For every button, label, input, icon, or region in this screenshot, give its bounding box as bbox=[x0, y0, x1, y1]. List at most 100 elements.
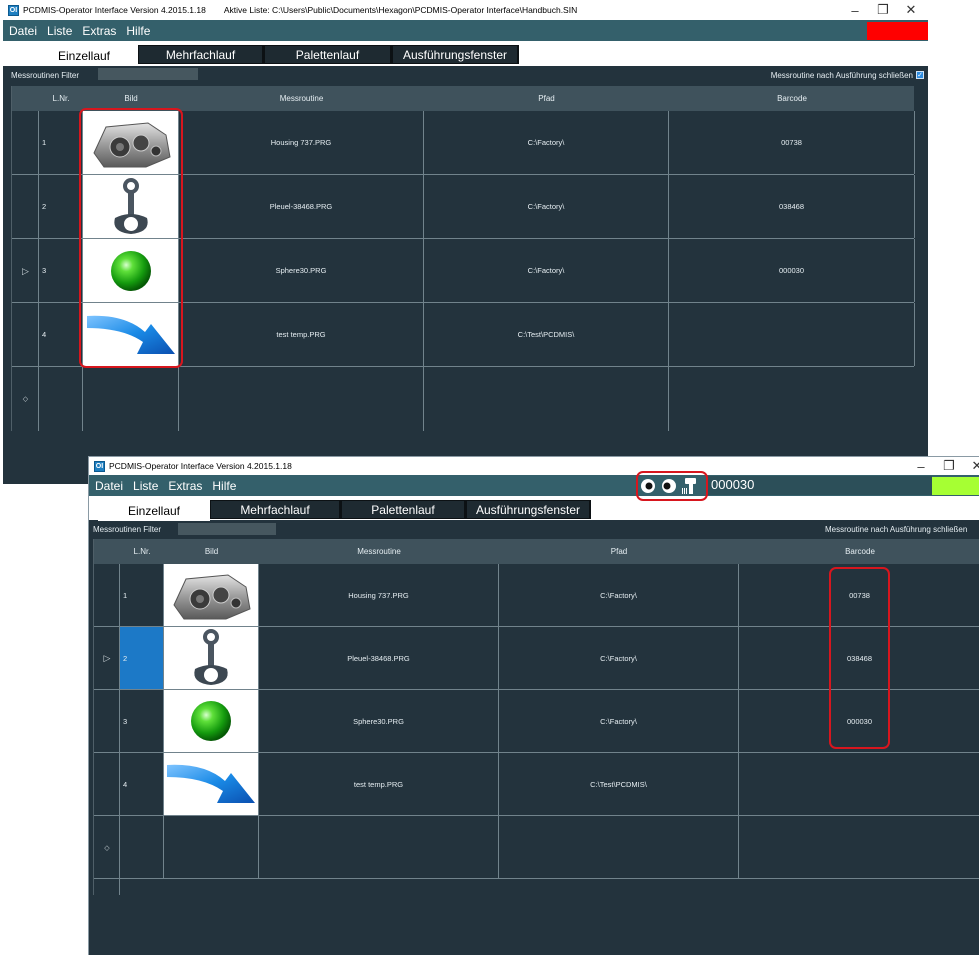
eye-look-icon[interactable] bbox=[660, 478, 678, 494]
row-lnr: 4 bbox=[120, 753, 164, 815]
row-path: C:\Test\PCDMIS\ bbox=[499, 753, 739, 815]
table-row[interactable]: 4 test temp.PRG C:\Test\PCDMIS\ bbox=[12, 303, 915, 367]
restore-icon[interactable]: ❐ bbox=[935, 458, 963, 474]
filter-input[interactable] bbox=[178, 523, 276, 535]
menu-extras[interactable]: Extras bbox=[76, 24, 120, 38]
row-lnr bbox=[39, 367, 83, 431]
close-after-label: Messroutine nach Ausführung schließen bbox=[770, 70, 913, 80]
menu-extras[interactable]: Extras bbox=[162, 479, 206, 493]
filter-label: Messroutinen Filter bbox=[93, 524, 162, 534]
row-barcode bbox=[739, 753, 979, 815]
new-row-icon: ◇ bbox=[22, 396, 29, 403]
row-routine: Housing 737.PRG bbox=[179, 111, 424, 174]
row-routine: test temp.PRG bbox=[259, 753, 499, 815]
row-routine: Housing 737.PRG bbox=[259, 564, 499, 626]
row-path: C:\Factory\ bbox=[424, 111, 669, 174]
row-routine: Sphere30.PRG bbox=[179, 239, 424, 302]
row-path bbox=[499, 816, 739, 878]
housing-image bbox=[164, 564, 259, 626]
row-barcode: 00738 bbox=[669, 111, 915, 174]
row-lnr: 2 bbox=[39, 175, 83, 238]
housing-image bbox=[83, 111, 179, 174]
row-path: C:\Test\PCDMIS\ bbox=[424, 303, 669, 366]
current-row-arrow-icon: ▷ bbox=[22, 265, 29, 276]
menu-bar: Datei Liste Extras Hilfe 000030 bbox=[89, 475, 979, 496]
row-routine: Pleuel-38468.PRG bbox=[179, 175, 424, 238]
tab-einzellauf[interactable]: Einzellauf bbox=[30, 45, 138, 66]
tab-strip: Einzellauf Mehrfachlauf Palettenlauf Aus… bbox=[3, 41, 928, 66]
routine-table: L.Nr. Bild Messroutine Pfad Barcode 1 Ho… bbox=[11, 86, 915, 431]
tab-palettenlauf[interactable]: Palettenlauf bbox=[264, 45, 392, 64]
row-image bbox=[164, 816, 259, 878]
col-header-lnr: L.Nr. bbox=[133, 547, 151, 556]
col-header-lnr: L.Nr. bbox=[52, 94, 70, 103]
menu-datei[interactable]: Datei bbox=[89, 479, 127, 493]
barcode-scanner-icon[interactable] bbox=[681, 477, 699, 495]
minimize-icon[interactable]: – bbox=[907, 459, 935, 474]
toolbar-icons bbox=[639, 477, 699, 495]
barcode-search-input[interactable]: 000030 bbox=[706, 476, 932, 495]
col-header-messroutine: Messroutine bbox=[357, 547, 401, 556]
title-bar: OI PCDMIS-Operator Interface Version 4.2… bbox=[89, 457, 979, 475]
status-indicator-red bbox=[867, 22, 928, 40]
row-path bbox=[424, 367, 669, 431]
new-row[interactable] bbox=[12, 367, 914, 431]
menu-hilfe[interactable]: Hilfe bbox=[206, 479, 240, 493]
table-row[interactable]: 3 Sphere30.PRG C:\Factory\ 000030 bbox=[94, 690, 979, 753]
row-lnr: 3 bbox=[120, 690, 164, 752]
restore-icon[interactable]: ❐ bbox=[869, 2, 897, 18]
title-bar: OI PCDMIS-Operator Interface Version 4.2… bbox=[3, 0, 928, 20]
menu-liste[interactable]: Liste bbox=[41, 24, 76, 38]
row-path: C:\Factory\ bbox=[424, 239, 669, 302]
tab-mehrfachlauf[interactable]: Mehrfachlauf bbox=[138, 45, 264, 64]
new-row[interactable] bbox=[94, 816, 979, 879]
close-icon[interactable]: ✕ bbox=[963, 458, 979, 474]
barcode-search-value: 000030 bbox=[711, 477, 755, 492]
close-after-label[interactable]: Messroutine nach Ausführung schließen bbox=[825, 525, 967, 534]
tab-einzellauf[interactable]: Einzellauf bbox=[98, 500, 210, 521]
row-path: C:\Factory\ bbox=[499, 690, 739, 752]
row-path: C:\Factory\ bbox=[499, 564, 739, 626]
table-row-selected[interactable]: 2 Pleuel-38468.PRG C:\Factory\ 038468 bbox=[94, 627, 979, 690]
table-row[interactable]: 2 Pleuel-38468.PRG C:\Factory\ 038468 bbox=[12, 175, 915, 239]
row-routine bbox=[259, 816, 499, 878]
minimize-icon[interactable]: – bbox=[841, 3, 869, 18]
filter-input[interactable] bbox=[98, 68, 198, 80]
close-icon[interactable]: ✕ bbox=[897, 2, 925, 18]
table-row[interactable]: 3 Sphere30.PRG C:\Factory\ 000030 bbox=[12, 239, 915, 303]
conrod-image bbox=[83, 175, 179, 238]
table-row[interactable]: 1 Housing 737.PRG C:\Factory\ 00738 bbox=[12, 111, 915, 175]
current-row-arrow-icon: ▷ bbox=[103, 653, 111, 663]
row-barcode bbox=[739, 816, 979, 878]
col-header-barcode: Barcode bbox=[845, 547, 875, 556]
eye-open-icon[interactable] bbox=[639, 478, 657, 494]
app-icon: OI bbox=[8, 4, 19, 16]
row-barcode: 000030 bbox=[739, 690, 979, 752]
status-indicator-green bbox=[932, 477, 979, 495]
new-row-icon: ◇ bbox=[104, 844, 110, 852]
row-lnr: 4 bbox=[39, 303, 83, 366]
table-header: L.Nr. Bild Messroutine Pfad Barcode bbox=[94, 539, 979, 564]
filter-row: Messroutinen Filter Messroutine nach Aus… bbox=[3, 66, 928, 84]
tab-mehrfachlauf[interactable]: Mehrfachlauf bbox=[210, 500, 341, 519]
tab-ausfuehrungsfenster[interactable]: Ausführungsfenster bbox=[392, 45, 519, 64]
row-image bbox=[83, 367, 179, 431]
row-barcode: 038468 bbox=[669, 175, 915, 238]
table-header: L.Nr. Bild Messroutine Pfad Barcode bbox=[12, 86, 914, 111]
routine-table: L.Nr. Bild Messroutine Pfad Barcode 1 Ho… bbox=[93, 539, 979, 895]
menu-datei[interactable]: Datei bbox=[3, 24, 41, 38]
close-after-checkbox[interactable]: ✓ bbox=[916, 71, 924, 79]
tab-palettenlauf[interactable]: Palettenlauf bbox=[341, 500, 466, 519]
arrow-image bbox=[164, 753, 259, 815]
active-list-path: Aktive Liste: C:\Users\Public\Documents\… bbox=[223, 5, 578, 15]
row-routine bbox=[179, 367, 424, 431]
arrow-image bbox=[83, 303, 179, 366]
menu-hilfe[interactable]: Hilfe bbox=[120, 24, 154, 38]
menu-liste[interactable]: Liste bbox=[127, 479, 162, 493]
close-after-option[interactable]: Messroutine nach Ausführung schließen ✓ bbox=[771, 71, 924, 80]
table-row[interactable]: 1 Housing 737.PRG C:\Factory\ 00738 bbox=[94, 564, 979, 627]
tab-ausfuehrungsfenster[interactable]: Ausführungsfenster bbox=[466, 500, 591, 519]
row-routine: Pleuel-38468.PRG bbox=[259, 627, 499, 689]
row-path: C:\Factory\ bbox=[499, 627, 739, 689]
table-row[interactable]: 4 test temp.PRG C:\Test\PCDMIS\ bbox=[94, 753, 979, 816]
